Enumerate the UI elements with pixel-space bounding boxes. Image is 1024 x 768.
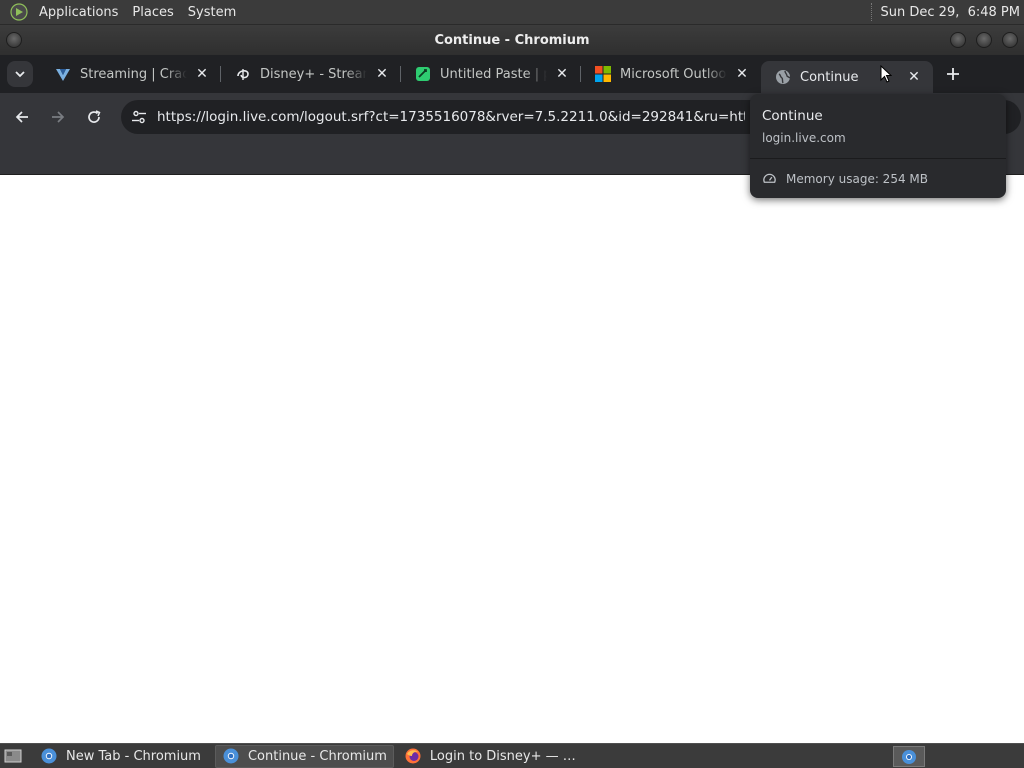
taskbar-item-disney-login[interactable]: Login to Disney+ — … — [398, 745, 582, 768]
close-icon[interactable]: ✕ — [193, 65, 211, 83]
taskbar-item-new-tab[interactable]: New Tab - Chromium — [34, 745, 207, 768]
chromium-icon — [222, 747, 240, 765]
tab-label: Streaming | Cracke — [80, 66, 187, 82]
site-settings-icon[interactable] — [123, 101, 155, 133]
hover-card-domain: login.live.com — [762, 131, 846, 145]
task-label: Login to Disney+ — … — [429, 748, 576, 764]
shield-v-icon — [55, 66, 71, 82]
tab-label: Microsoft Outlook — [620, 66, 727, 82]
tab-label: Disney+ - Stream U — [260, 66, 367, 82]
tab-strip: Streaming | Cracke ✕ Disney+ - Stream U … — [0, 55, 1024, 93]
show-desktop-button[interactable] — [2, 746, 24, 766]
arrow-left-icon — [15, 111, 28, 123]
tab-continue[interactable]: Continue ✕ — [761, 61, 933, 93]
page-content[interactable] — [0, 175, 1024, 743]
close-icon[interactable]: ✕ — [733, 65, 751, 83]
bottom-taskbar: New Tab - Chromium Continue - Chromium L… — [0, 743, 1024, 768]
menu-system[interactable]: System — [181, 0, 243, 25]
forward-button[interactable] — [44, 103, 72, 131]
memory-usage-text: Memory usage: 254 MB — [786, 171, 928, 186]
desktop-icon — [4, 749, 22, 763]
globe-icon — [775, 69, 791, 85]
maximize-button[interactable] — [976, 32, 992, 48]
close-icon[interactable]: ✕ — [905, 68, 923, 86]
menu-places[interactable]: Places — [125, 0, 180, 25]
taskbar-item-continue[interactable]: Continue - Chromium — [214, 744, 394, 768]
workspace-switcher[interactable] — [893, 746, 925, 767]
mouse-cursor-icon — [880, 65, 892, 83]
tab-untitled-paste[interactable]: Untitled Paste | pa ✕ — [401, 55, 581, 93]
chromium-icon — [902, 749, 916, 764]
menu-applications[interactable]: Applications — [32, 0, 125, 25]
panel-clock[interactable]: Sun Dec 29, 6:48 PM — [881, 5, 1020, 20]
gauge-icon — [763, 173, 776, 183]
top-panel: Applications Places System Sun Dec 29, 6… — [0, 0, 1024, 25]
tab-streaming[interactable]: Streaming | Cracke ✕ — [41, 55, 221, 93]
chromium-icon — [40, 747, 58, 765]
window-title: Continue - Chromium — [434, 32, 590, 48]
tab-search-button[interactable] — [7, 61, 33, 87]
disney-icon — [235, 66, 251, 82]
reload-button[interactable] — [80, 103, 108, 131]
minimize-button[interactable] — [950, 32, 966, 48]
hover-card-memory: Memory usage: 254 MB — [762, 171, 928, 186]
paste-icon — [415, 66, 431, 82]
chevron-down-icon — [15, 71, 25, 78]
task-label: Continue - Chromium — [247, 748, 387, 764]
hover-card-divider — [750, 158, 1006, 159]
distro-logo-icon[interactable] — [8, 1, 30, 23]
url-text[interactable]: https://login.live.com/logout.srf?ct=173… — [157, 109, 745, 125]
hover-card-title: Continue — [762, 108, 823, 124]
window-menu-button[interactable] — [6, 32, 22, 48]
tab-label: Untitled Paste | pa — [440, 66, 547, 82]
reload-icon — [88, 110, 101, 123]
microsoft-icon — [595, 66, 611, 82]
tab-disney[interactable]: Disney+ - Stream U ✕ — [221, 55, 401, 93]
back-button[interactable] — [8, 103, 36, 131]
close-window-button[interactable] — [1002, 32, 1018, 48]
close-icon[interactable]: ✕ — [373, 65, 391, 83]
arrow-right-icon — [52, 111, 65, 123]
plus-icon — [947, 68, 959, 80]
task-label: New Tab - Chromium — [66, 748, 201, 764]
tab-hover-card: Continue login.live.com Memory usage: 25… — [750, 94, 1006, 198]
panel-separator — [870, 3, 873, 21]
window-titlebar[interactable]: Continue - Chromium — [0, 25, 1024, 55]
firefox-icon — [404, 747, 422, 765]
close-icon[interactable]: ✕ — [553, 65, 571, 83]
new-tab-button[interactable] — [939, 60, 967, 88]
tab-microsoft-outlook[interactable]: Microsoft Outlook ✕ — [581, 55, 761, 93]
